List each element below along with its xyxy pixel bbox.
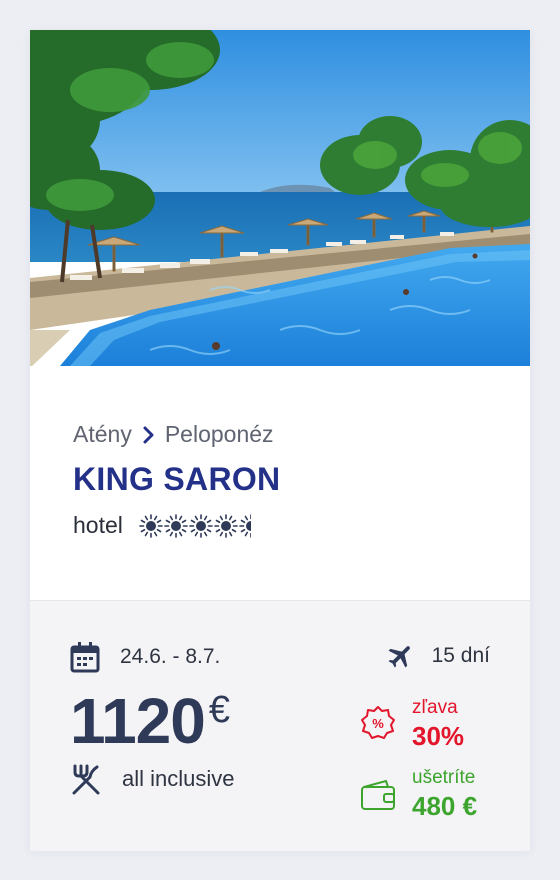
hotel-photo[interactable] (30, 30, 530, 366)
price-currency: € (208, 689, 230, 731)
breadcrumb-to[interactable]: Peloponéz (165, 421, 274, 448)
chevron-right-icon (143, 426, 154, 443)
price: 1120 € (70, 683, 230, 759)
pool-illustration (30, 30, 530, 366)
board-type: all inclusive (122, 766, 235, 791)
discount-label: zľava (412, 697, 458, 718)
hotel-name[interactable]: KING SARON (73, 461, 280, 498)
board-row: all inclusive (70, 763, 235, 795)
savings-label: ušetríte (412, 767, 476, 788)
savings-value: 480 € (412, 791, 478, 821)
hotel-category: hotel (73, 512, 264, 539)
breadcrumb: Atény Peloponéz (73, 421, 274, 448)
airplane-icon (388, 646, 410, 668)
travel-dates: 24.6. - 8.7. (120, 645, 221, 668)
offer-details: 24.6. - 8.7. 15 dní 1120 € all inclusive (30, 600, 530, 851)
sun-icon (189, 513, 213, 538)
dates-row: 24.6. - 8.7. (70, 641, 220, 673)
trip-duration: 15 dní (431, 644, 490, 667)
calendar-icon (70, 642, 100, 673)
discount-value: 30% (412, 721, 465, 751)
half-sun-icon (239, 513, 251, 538)
discount: % zľava 30% (360, 697, 464, 753)
breadcrumb-from[interactable]: Atény (73, 421, 132, 448)
wallet-icon (361, 780, 395, 810)
sun-icon (164, 513, 188, 538)
offer-card[interactable]: Atény Peloponéz KING SARON hotel 24.6. -… (30, 30, 530, 851)
category-type: hotel (73, 512, 123, 538)
price-value: 1120 (70, 685, 206, 757)
sun-icon (214, 513, 238, 538)
cutlery-icon (72, 764, 100, 795)
sun-icon (139, 513, 163, 538)
duration-row: 15 dní (386, 641, 490, 671)
savings: ušetríte 480 € (360, 767, 477, 823)
percent-badge-icon: % (361, 706, 395, 739)
rating-suns (139, 513, 264, 538)
svg-text:%: % (372, 716, 384, 731)
